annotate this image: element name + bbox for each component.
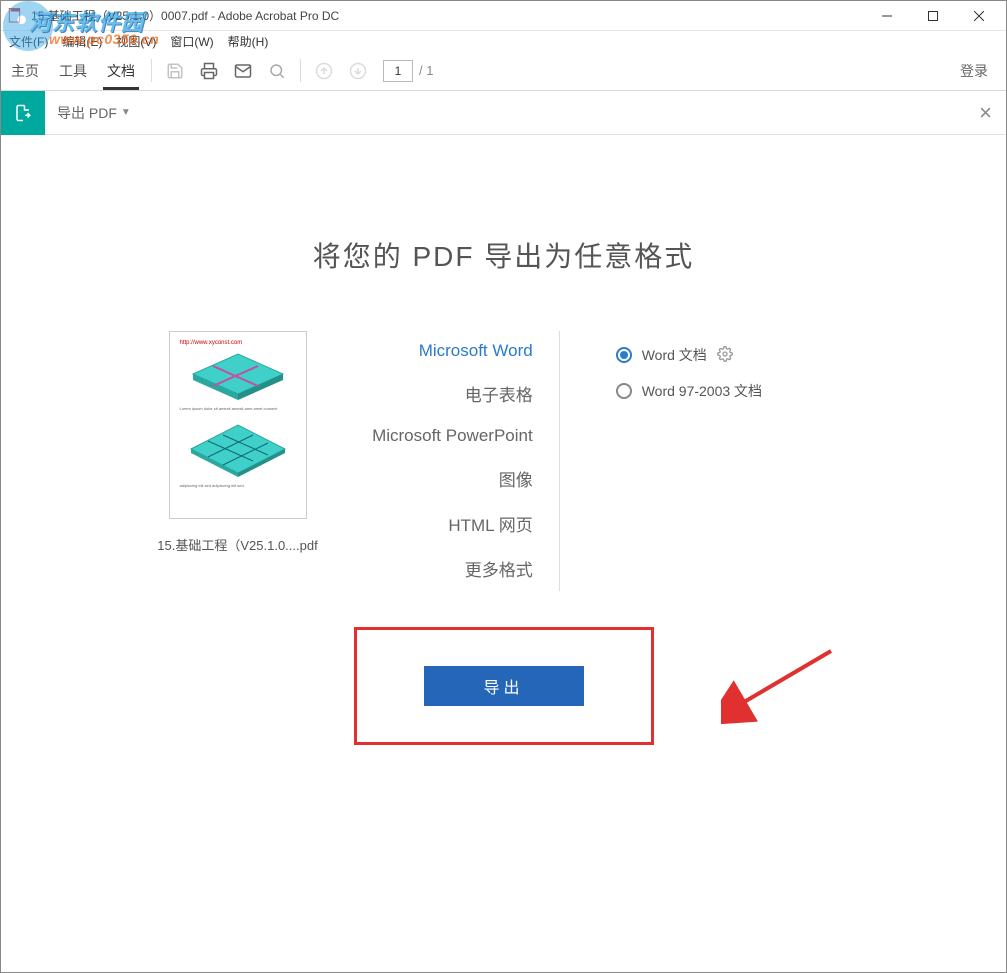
page-input[interactable] [383, 60, 413, 82]
thumbnail-column: http://www.xyconst.com Lorem ipsum dolor… [157, 331, 317, 554]
menu-edit[interactable]: 编辑(E) [58, 31, 106, 52]
save-icon [158, 51, 192, 90]
close-button[interactable] [956, 1, 1002, 30]
option-word-doc[interactable]: Word 文档 [616, 337, 850, 373]
prev-page-icon [307, 51, 341, 90]
next-page-icon [341, 51, 375, 90]
titlebar: 15.基础工程（V25.1.0）0007.pdf - Adobe Acrobat… [1, 1, 1006, 31]
format-html[interactable]: HTML 网页 [348, 501, 533, 546]
export-pdf-icon[interactable] [1, 91, 45, 135]
format-more[interactable]: 更多格式 [348, 546, 533, 591]
gear-icon[interactable] [717, 346, 733, 365]
login-link[interactable]: 登录 [942, 51, 1006, 90]
export-dropdown[interactable]: 导出 PDF ▼ [45, 103, 131, 123]
maximize-button[interactable] [910, 1, 956, 30]
options-column: Word 文档 Word 97-2003 文档 [590, 331, 850, 409]
radio-icon [616, 383, 632, 399]
main-panel: 将您的 PDF 导出为任意格式 http://www.xyconst.com L… [1, 135, 1006, 745]
menu-help[interactable]: 帮助(H) [224, 31, 273, 52]
print-icon[interactable] [192, 51, 226, 90]
close-panel-icon[interactable]: × [979, 100, 992, 126]
radio-icon [616, 347, 632, 363]
option-word-97-label: Word 97-2003 文档 [642, 381, 762, 401]
minimize-button[interactable] [864, 1, 910, 30]
format-spreadsheet[interactable]: 电子表格 [348, 371, 533, 416]
format-word[interactable]: Microsoft Word [348, 331, 533, 371]
menu-view[interactable]: 视图(V) [112, 31, 160, 52]
thumb-iso1 [183, 344, 293, 400]
email-icon[interactable] [226, 51, 260, 90]
search-icon[interactable] [260, 51, 294, 90]
menu-file[interactable]: 文件(F) [5, 31, 52, 52]
thumbnail[interactable]: http://www.xyconst.com Lorem ipsum dolor… [169, 331, 307, 519]
option-word-97[interactable]: Word 97-2003 文档 [616, 373, 850, 409]
tab-home[interactable]: 主页 [1, 51, 49, 90]
export-highlight-frame: 导出 [354, 627, 654, 745]
option-word-doc-label: Word 文档 [642, 345, 707, 365]
thumb-iso2 [183, 417, 293, 477]
tab-tools[interactable]: 工具 [49, 51, 97, 90]
menubar: 文件(F) 编辑(E) 视图(V) 窗口(W) 帮助(H) [1, 31, 1006, 51]
export-label-text: 导出 PDF [57, 103, 117, 123]
annotation-arrow [721, 645, 841, 735]
tab-document[interactable]: 文档 [97, 51, 145, 90]
tabs-row: 主页 工具 文档 / 1 登录 [1, 51, 1006, 91]
format-image[interactable]: 图像 [348, 456, 533, 501]
export-subheader: 导出 PDF ▼ × [1, 91, 1006, 135]
format-list: Microsoft Word 电子表格 Microsoft PowerPoint… [348, 331, 560, 591]
thumbnail-caption: 15.基础工程（V25.1.0....pdf [157, 535, 317, 554]
format-powerpoint[interactable]: Microsoft PowerPoint [348, 416, 533, 456]
page-group: / 1 [375, 51, 441, 90]
app-icon [7, 7, 25, 25]
page-total: / 1 [419, 63, 433, 78]
menu-window[interactable]: 窗口(W) [166, 31, 217, 52]
export-button[interactable]: 导出 [424, 666, 584, 706]
window-title: 15.基础工程（V25.1.0）0007.pdf - Adobe Acrobat… [31, 7, 864, 24]
chevron-down-icon: ▼ [121, 107, 131, 118]
page-heading: 将您的 PDF 导出为任意格式 [31, 235, 976, 275]
